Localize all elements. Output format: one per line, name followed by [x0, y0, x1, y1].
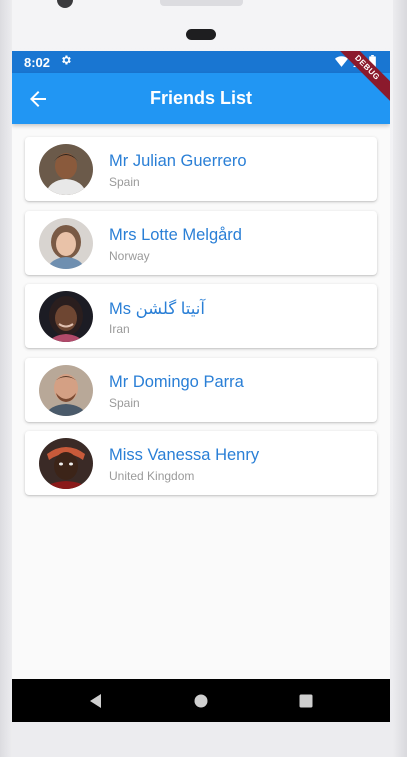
avatar: [39, 291, 93, 342]
list-item[interactable]: Ms آنیتا گلشن Iran: [25, 284, 377, 348]
nav-recents-icon[interactable]: [296, 691, 316, 711]
status-time: 8:02: [24, 55, 51, 70]
friend-name: Mr Julian Guerrero: [109, 152, 247, 170]
friend-country: Spain: [109, 395, 140, 410]
phone-frame: 8:02 DEBUG Friends List Mr Julian Guerre…: [0, 0, 407, 757]
phone-edge-left: [0, 0, 12, 757]
list-item[interactable]: Miss Vanessa Henry United Kingdom: [25, 431, 377, 495]
friend-name: Mrs Lotte Melgård: [109, 225, 242, 244]
camera-icon: [57, 0, 73, 8]
list-item[interactable]: Mr Domingo Parra Spain: [25, 357, 377, 422]
friend-name: Ms آنیتا گلشن: [109, 300, 205, 318]
friend-list: Mr Julian Guerrero Spain Mrs Lotte Melgå…: [25, 137, 377, 505]
friend-name: Mr Domingo Parra: [109, 372, 244, 391]
speaker-slot: [160, 0, 243, 6]
page-title: Friends List: [149, 88, 252, 108]
avatar: [39, 438, 93, 489]
friend-country: Spain: [109, 175, 140, 189]
status-bar: 8:02 DEBUG: [12, 51, 390, 105]
friend-country: United Kingdom: [109, 469, 195, 483]
earpiece: [186, 29, 216, 40]
nav-home-icon[interactable]: [191, 691, 211, 711]
friend-name: Miss Vanessa Henry: [109, 446, 260, 464]
avatar: [39, 144, 93, 195]
phone-edge-right: [393, 0, 407, 757]
list-item[interactable]: Mrs Lotte Melgård Norway: [25, 210, 377, 275]
gear-icon: [62, 55, 71, 65]
list-item[interactable]: Mr Julian Guerrero Spain: [25, 137, 377, 201]
system-nav-bar: [12, 679, 390, 722]
nav-back-icon[interactable]: [86, 691, 106, 711]
app-screen: 8:02 DEBUG Friends List Mr Julian Guerre…: [12, 51, 390, 722]
avatar: [39, 217, 93, 269]
app-bar: Friends List: [12, 73, 390, 124]
friend-country: Iran: [109, 322, 130, 336]
avatar: [39, 364, 93, 416]
friend-country: Norway: [109, 248, 150, 263]
